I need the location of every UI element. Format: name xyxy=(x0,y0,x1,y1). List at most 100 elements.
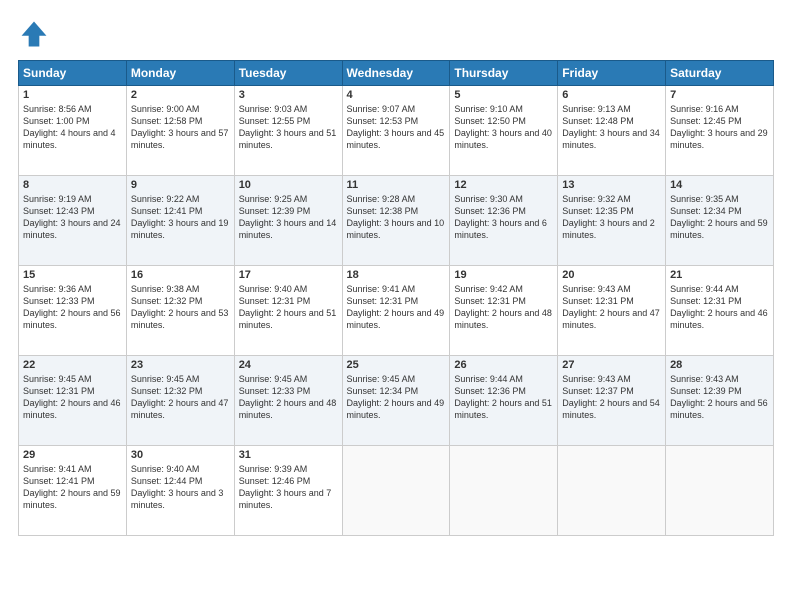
day-number: 5 xyxy=(454,89,553,101)
day-number: 6 xyxy=(562,89,661,101)
day-number: 4 xyxy=(347,89,446,101)
day-number: 10 xyxy=(239,179,338,191)
calendar-cell: 23 Sunrise: 9:45 AMSunset: 12:32 PMDaylig… xyxy=(126,356,234,446)
day-number: 7 xyxy=(670,89,769,101)
week-row-5: 29Sunrise: 9:41 AMSunset: 12:41 PMDaylig… xyxy=(19,446,774,536)
day-number: 12 xyxy=(454,179,553,191)
day-number: 13 xyxy=(562,179,661,191)
calendar-cell: 6 Sunrise: 9:13 AMSunset: 12:48 PMDayligh… xyxy=(558,86,666,176)
cell-content: Sunrise: 9:44 AMSunset: 12:31 PMDaylight… xyxy=(670,283,769,332)
calendar-cell: 29Sunrise: 9:41 AMSunset: 12:41 PMDaylig… xyxy=(19,446,127,536)
cell-content: Sunrise: 9:45 AMSunset: 12:31 PMDaylight… xyxy=(23,373,122,422)
calendar-cell: 9 Sunrise: 9:22 AMSunset: 12:41 PMDayligh… xyxy=(126,176,234,266)
cell-content: Sunrise: 9:03 AMSunset: 12:55 PMDaylight… xyxy=(239,103,338,152)
calendar-cell: 18 Sunrise: 9:41 AMSunset: 12:31 PMDaylig… xyxy=(342,266,450,356)
weekday-header-tuesday: Tuesday xyxy=(234,61,342,86)
day-number: 9 xyxy=(131,179,230,191)
cell-content: Sunrise: 9:41 AMSunset: 12:41 PMDaylight… xyxy=(23,463,122,512)
cell-content: Sunrise: 9:10 AMSunset: 12:50 PMDaylight… xyxy=(454,103,553,152)
calendar-cell: 26 Sunrise: 9:44 AMSunset: 12:36 PMDaylig… xyxy=(450,356,558,446)
cell-content: Sunrise: 9:40 AMSunset: 12:44 PMDaylight… xyxy=(131,463,230,512)
day-number: 23 xyxy=(131,359,230,371)
weekday-header-sunday: Sunday xyxy=(19,61,127,86)
cell-content: Sunrise: 9:07 AMSunset: 12:53 PMDaylight… xyxy=(347,103,446,152)
calendar-cell xyxy=(342,446,450,536)
calendar-cell: 31 Sunrise: 9:39 AMSunset: 12:46 PMDaylig… xyxy=(234,446,342,536)
calendar-cell: 16Sunrise: 9:38 AMSunset: 12:32 PMDaylig… xyxy=(126,266,234,356)
cell-content: Sunrise: 9:45 AMSunset: 12:34 PMDaylight… xyxy=(347,373,446,422)
day-number: 30 xyxy=(131,449,230,461)
day-number: 17 xyxy=(239,269,338,281)
day-number: 27 xyxy=(562,359,661,371)
logo-icon xyxy=(18,18,50,50)
calendar-cell: 1Sunrise: 8:56 AMSunset: 1:00 PMDaylight… xyxy=(19,86,127,176)
day-number: 31 xyxy=(239,449,338,461)
calendar-cell: 24 Sunrise: 9:45 AMSunset: 12:33 PMDaylig… xyxy=(234,356,342,446)
cell-content: Sunrise: 9:16 AMSunset: 12:45 PMDaylight… xyxy=(670,103,769,152)
day-number: 14 xyxy=(670,179,769,191)
logo xyxy=(18,18,54,50)
weekday-header-friday: Friday xyxy=(558,61,666,86)
calendar-cell: 7 Sunrise: 9:16 AMSunset: 12:45 PMDayligh… xyxy=(666,86,774,176)
day-number: 26 xyxy=(454,359,553,371)
calendar-cell: 3 Sunrise: 9:03 AMSunset: 12:55 PMDayligh… xyxy=(234,86,342,176)
day-number: 3 xyxy=(239,89,338,101)
cell-content: Sunrise: 9:28 AMSunset: 12:38 PMDaylight… xyxy=(347,193,446,242)
day-number: 20 xyxy=(562,269,661,281)
calendar-cell: 15 Sunrise: 9:36 AMSunset: 12:33 PMDaylig… xyxy=(19,266,127,356)
cell-content: Sunrise: 9:45 AMSunset: 12:33 PMDaylight… xyxy=(239,373,338,422)
cell-content: Sunrise: 9:42 AMSunset: 12:31 PMDaylight… xyxy=(454,283,553,332)
cell-content: Sunrise: 9:43 AMSunset: 12:37 PMDaylight… xyxy=(562,373,661,422)
calendar-header: SundayMondayTuesdayWednesdayThursdayFrid… xyxy=(19,61,774,86)
week-row-2: 8Sunrise: 9:19 AMSunset: 12:43 PMDayligh… xyxy=(19,176,774,266)
day-number: 18 xyxy=(347,269,446,281)
calendar-cell xyxy=(666,446,774,536)
cell-content: Sunrise: 9:43 AMSunset: 12:39 PMDaylight… xyxy=(670,373,769,422)
cell-content: Sunrise: 9:22 AMSunset: 12:41 PMDaylight… xyxy=(131,193,230,242)
cell-content: Sunrise: 9:13 AMSunset: 12:48 PMDaylight… xyxy=(562,103,661,152)
cell-content: Sunrise: 9:35 AMSunset: 12:34 PMDaylight… xyxy=(670,193,769,242)
calendar-cell: 4 Sunrise: 9:07 AMSunset: 12:53 PMDayligh… xyxy=(342,86,450,176)
weekday-header-thursday: Thursday xyxy=(450,61,558,86)
calendar-cell: 11 Sunrise: 9:28 AMSunset: 12:38 PMDaylig… xyxy=(342,176,450,266)
weekday-header-saturday: Saturday xyxy=(666,61,774,86)
day-number: 24 xyxy=(239,359,338,371)
cell-content: Sunrise: 9:41 AMSunset: 12:31 PMDaylight… xyxy=(347,283,446,332)
cell-content: Sunrise: 9:36 AMSunset: 12:33 PMDaylight… xyxy=(23,283,122,332)
weekday-header-monday: Monday xyxy=(126,61,234,86)
day-number: 8 xyxy=(23,179,122,191)
week-row-3: 15 Sunrise: 9:36 AMSunset: 12:33 PMDaylig… xyxy=(19,266,774,356)
cell-content: Sunrise: 9:44 AMSunset: 12:36 PMDaylight… xyxy=(454,373,553,422)
cell-content: Sunrise: 9:43 AMSunset: 12:31 PMDaylight… xyxy=(562,283,661,332)
calendar-cell: 2Sunrise: 9:00 AMSunset: 12:58 PMDayligh… xyxy=(126,86,234,176)
calendar-cell: 5 Sunrise: 9:10 AMSunset: 12:50 PMDayligh… xyxy=(450,86,558,176)
calendar-cell: 19 Sunrise: 9:42 AMSunset: 12:31 PMDaylig… xyxy=(450,266,558,356)
cell-content: Sunrise: 9:40 AMSunset: 12:31 PMDaylight… xyxy=(239,283,338,332)
calendar-cell xyxy=(558,446,666,536)
calendar-cell: 22 Sunrise: 9:45 AMSunset: 12:31 PMDaylig… xyxy=(19,356,127,446)
day-number: 2 xyxy=(131,89,230,101)
calendar-cell: 10 Sunrise: 9:25 AMSunset: 12:39 PMDaylig… xyxy=(234,176,342,266)
cell-content: Sunrise: 9:39 AMSunset: 12:46 PMDaylight… xyxy=(239,463,338,512)
day-number: 11 xyxy=(347,179,446,191)
calendar-cell: 25Sunrise: 9:45 AMSunset: 12:34 PMDaylig… xyxy=(342,356,450,446)
cell-content: Sunrise: 9:32 AMSunset: 12:35 PMDaylight… xyxy=(562,193,661,242)
calendar-cell: 20 Sunrise: 9:43 AMSunset: 12:31 PMDaylig… xyxy=(558,266,666,356)
cell-content: Sunrise: 8:56 AMSunset: 1:00 PMDaylight:… xyxy=(23,103,122,152)
calendar-table: SundayMondayTuesdayWednesdayThursdayFrid… xyxy=(18,60,774,536)
calendar-cell: 21Sunrise: 9:44 AMSunset: 12:31 PMDaylig… xyxy=(666,266,774,356)
cell-content: Sunrise: 9:25 AMSunset: 12:39 PMDaylight… xyxy=(239,193,338,242)
calendar-cell: 17 Sunrise: 9:40 AMSunset: 12:31 PMDaylig… xyxy=(234,266,342,356)
calendar-cell: 12Sunrise: 9:30 AMSunset: 12:36 PMDaylig… xyxy=(450,176,558,266)
day-number: 15 xyxy=(23,269,122,281)
weekday-header-wednesday: Wednesday xyxy=(342,61,450,86)
day-number: 16 xyxy=(131,269,230,281)
day-number: 22 xyxy=(23,359,122,371)
calendar-cell: 27 Sunrise: 9:43 AMSunset: 12:37 PMDaylig… xyxy=(558,356,666,446)
calendar-body: 1Sunrise: 8:56 AMSunset: 1:00 PMDaylight… xyxy=(19,86,774,536)
calendar-cell: 28 Sunrise: 9:43 AMSunset: 12:39 PMDaylig… xyxy=(666,356,774,446)
cell-content: Sunrise: 9:45 AMSunset: 12:32 PMDaylight… xyxy=(131,373,230,422)
day-number: 28 xyxy=(670,359,769,371)
calendar-cell: 14 Sunrise: 9:35 AMSunset: 12:34 PMDaylig… xyxy=(666,176,774,266)
day-number: 19 xyxy=(454,269,553,281)
